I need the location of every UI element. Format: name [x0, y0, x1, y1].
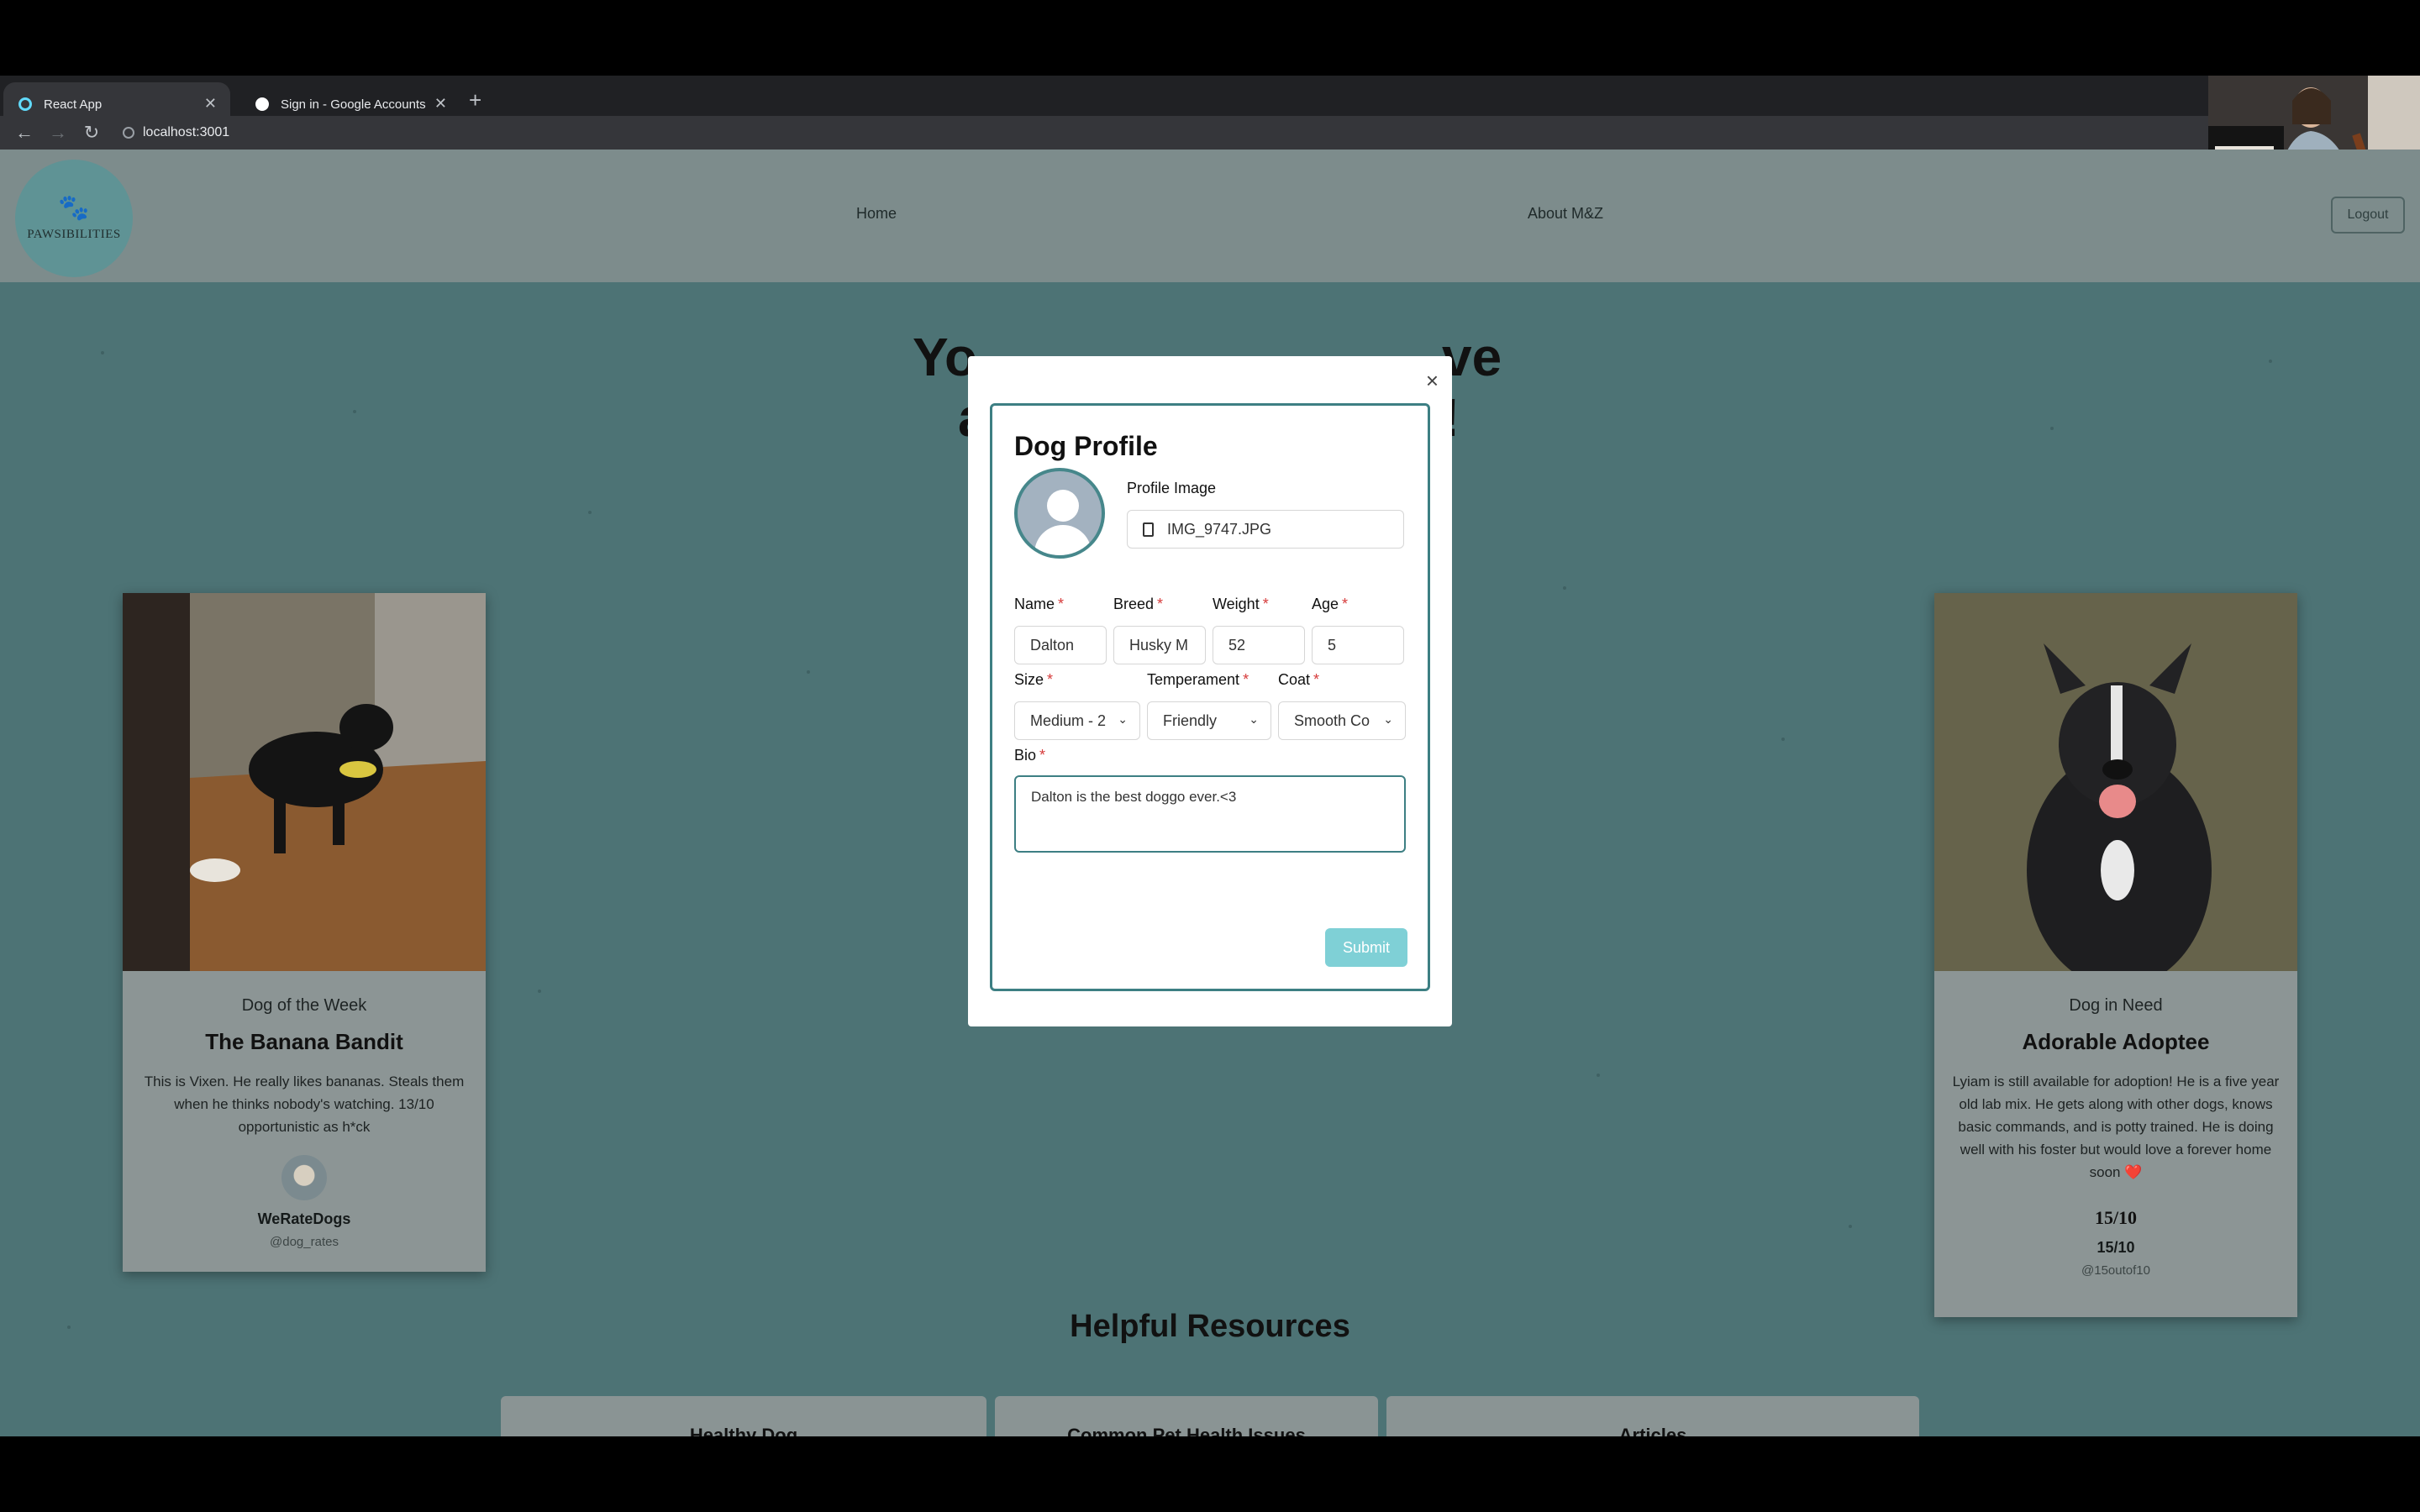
- size-select[interactable]: Medium - 2 ⌄: [1014, 701, 1140, 740]
- size-value: Medium - 2: [1030, 711, 1107, 729]
- weight-label: Weight *: [1213, 596, 1269, 612]
- app-page: 🐾 PAWSIBILITIES Home About M&Z Logout Yo…: [0, 150, 2420, 1436]
- chevron-down-icon: ⌄: [1118, 712, 1128, 726]
- dog-profile-form: Dog Profile Profile Image IMG_9747.JPG N…: [990, 403, 1430, 991]
- weight-field[interactable]: 52: [1213, 626, 1305, 664]
- profile-image-label: Profile Image: [1127, 480, 1217, 496]
- banana-dog-photo: [123, 593, 486, 971]
- card-kicker: Dog of the Week: [241, 996, 367, 1015]
- close-tab-icon[interactable]: ✕: [434, 95, 447, 113]
- author-avatar: [281, 1155, 327, 1200]
- name-label: Name *: [1014, 596, 1065, 612]
- age-label: Age *: [1312, 596, 1349, 612]
- chevron-down-icon: ⌄: [1383, 712, 1393, 726]
- address-bar-row: ← → ↻ localhost:3001: [0, 116, 2420, 150]
- card-body: This is Vixen. He really likes bananas. …: [144, 1074, 465, 1135]
- browser-chrome: React App ✕ Sign in - Google Accounts ✕ …: [0, 76, 2420, 150]
- card-handle[interactable]: @15outof10: [1934, 1263, 2297, 1278]
- form-title: Dog Profile: [1014, 431, 1158, 461]
- nav-about-link[interactable]: About M&Z: [1528, 205, 1603, 223]
- url-field[interactable]: localhost:3001: [123, 125, 229, 140]
- resource-card[interactable]: Articles: [1386, 1396, 1919, 1436]
- file-name: IMG_9747.JPG: [1167, 520, 1272, 538]
- person-icon: [1047, 490, 1079, 522]
- dog-in-need-card: Dog in Need Adorable Adoptee Lyiam is st…: [1934, 593, 2297, 1317]
- card-title: Adorable Adoptee: [2022, 1029, 2210, 1054]
- dog-profile-modal: × Dog Profile Profile Image IMG_9747.JPG…: [968, 356, 1452, 1026]
- card-handle[interactable]: @dog_rates: [123, 1235, 486, 1249]
- reload-icon[interactable]: ↻: [82, 122, 101, 144]
- bio-label: Bio *: [1014, 747, 1046, 764]
- name-field[interactable]: Dalton: [1014, 626, 1107, 664]
- nav-home-link[interactable]: Home: [856, 205, 897, 223]
- profile-image-file-input[interactable]: IMG_9747.JPG: [1127, 510, 1404, 549]
- card-author[interactable]: WeRateDogs: [123, 1210, 486, 1228]
- resource-card[interactable]: Common Pet Health Issues: [995, 1396, 1378, 1436]
- tab-title: React App: [44, 97, 103, 112]
- coat-label: Coat *: [1278, 671, 1320, 688]
- size-label: Size *: [1014, 671, 1054, 688]
- file-icon: [1143, 522, 1154, 537]
- adoptee-dog-photo: [1934, 593, 2297, 971]
- logo-text: PAWSIBILITIES: [27, 227, 121, 241]
- breed-field[interactable]: Husky M: [1113, 626, 1206, 664]
- dog-of-the-week-card: Dog of the Week The Banana Bandit This i…: [123, 593, 486, 1272]
- site-info-icon[interactable]: [123, 127, 134, 139]
- temperament-value: Friendly: [1163, 711, 1218, 729]
- card-body: Lyiam is still available for adoption! H…: [1952, 1074, 2280, 1180]
- coat-select[interactable]: Smooth Co ⌄: [1278, 701, 1406, 740]
- logout-button[interactable]: Logout: [2331, 197, 2405, 234]
- chevron-down-icon: ⌄: [1249, 712, 1259, 726]
- bio-textarea[interactable]: Dalton is the best doggo ever.<3: [1014, 775, 1406, 853]
- fifteen-out-of-ten-logo: 15/10: [2094, 1207, 2138, 1228]
- card-title: The Banana Bandit: [205, 1029, 403, 1054]
- coat-value: Smooth Co: [1294, 711, 1370, 729]
- back-icon[interactable]: ←: [15, 122, 34, 144]
- react-favicon-icon: [18, 97, 32, 111]
- new-tab-button[interactable]: +: [469, 87, 481, 113]
- forward-icon[interactable]: →: [49, 122, 67, 144]
- url-text: localhost:3001: [143, 125, 230, 139]
- google-favicon-icon: [255, 97, 269, 111]
- tab-title: Sign in - Google Accounts: [281, 97, 426, 112]
- breed-label: Breed *: [1113, 596, 1164, 612]
- close-tab-icon[interactable]: ✕: [204, 95, 217, 113]
- screen: React App ✕ Sign in - Google Accounts ✕ …: [0, 0, 2420, 1512]
- profile-avatar-placeholder: [1014, 468, 1105, 559]
- paw-icon: 🐾: [58, 193, 90, 222]
- card-kicker: Dog in Need: [2069, 996, 2163, 1015]
- close-icon[interactable]: ×: [1426, 368, 1439, 394]
- resources-heading: Helpful Resources: [1070, 1309, 1350, 1344]
- submit-button[interactable]: Submit: [1325, 928, 1407, 967]
- pawsibilities-logo[interactable]: 🐾 PAWSIBILITIES: [15, 160, 133, 277]
- navbar: 🐾 PAWSIBILITIES Home About M&Z Logout: [0, 150, 2420, 282]
- temperament-label: Temperament *: [1147, 671, 1249, 688]
- resource-card[interactable]: Healthy Dog: [501, 1396, 986, 1436]
- temperament-select[interactable]: Friendly ⌄: [1147, 701, 1271, 740]
- card-author[interactable]: 15/10: [1934, 1239, 2297, 1257]
- age-field[interactable]: 5: [1312, 626, 1404, 664]
